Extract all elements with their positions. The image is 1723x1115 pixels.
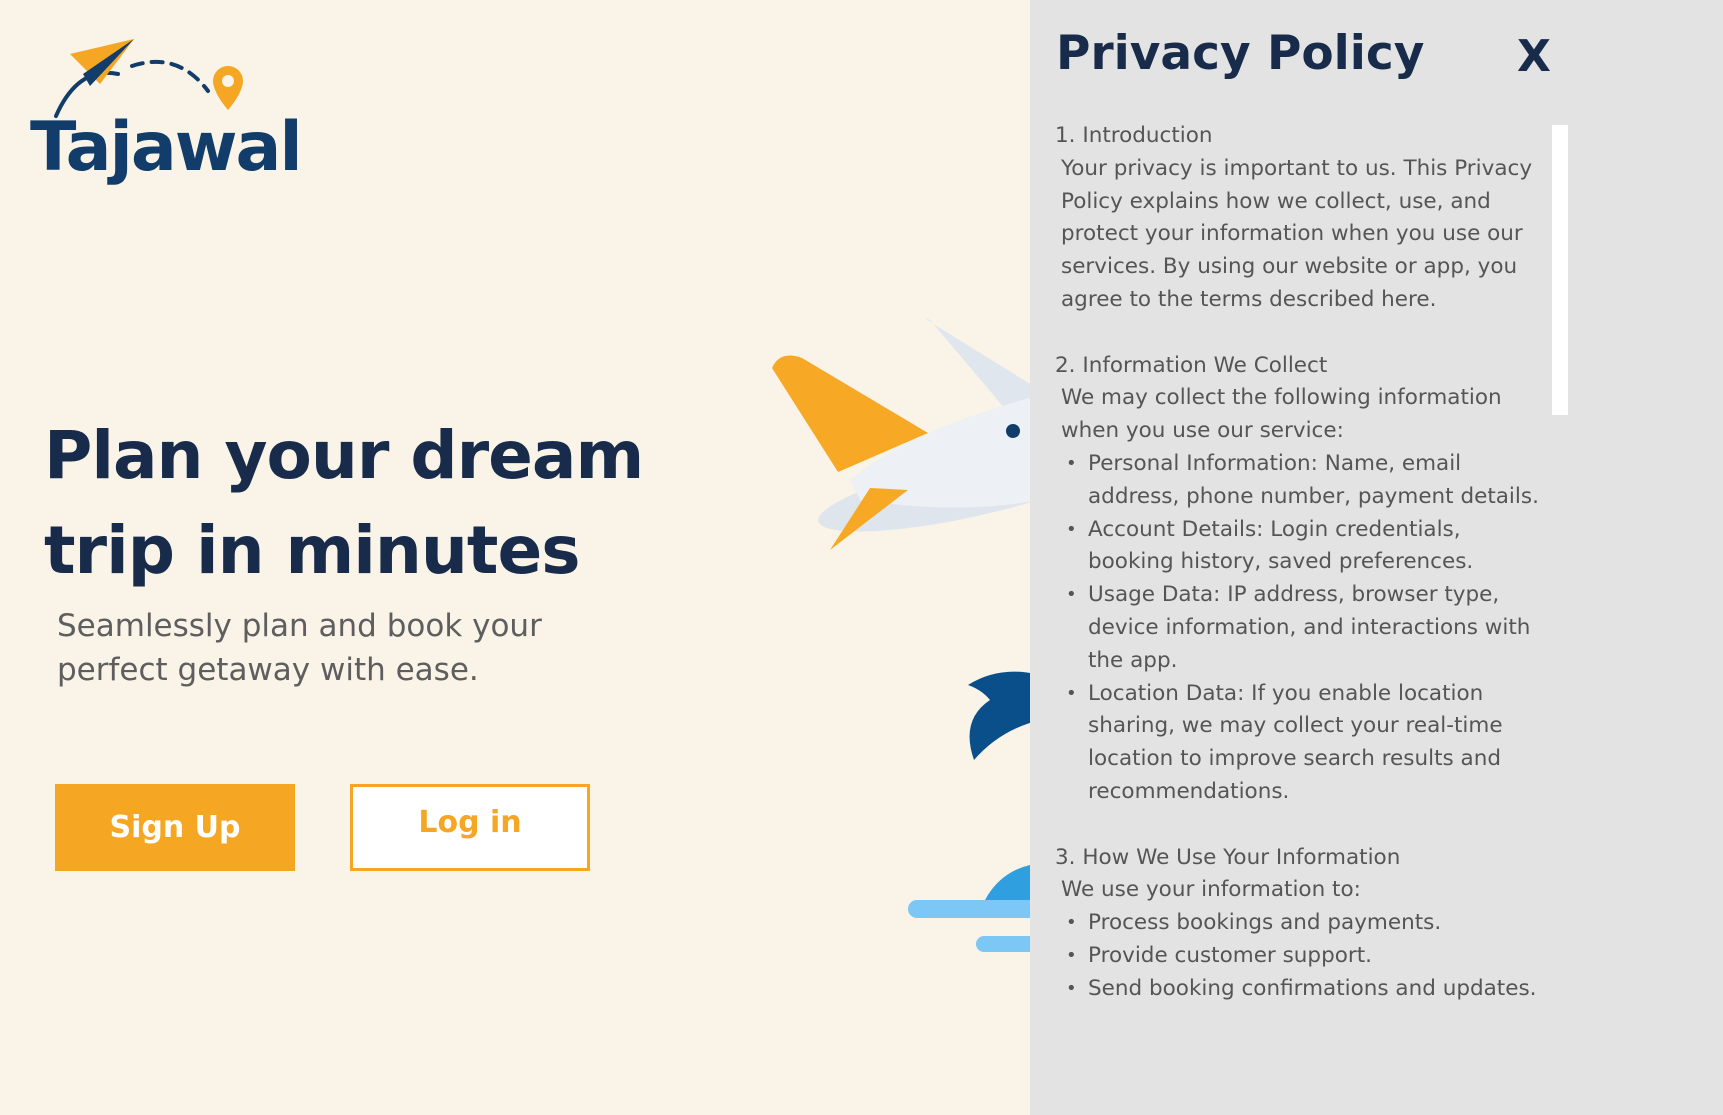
hero-title-line: Plan your dream: [44, 417, 644, 494]
close-button[interactable]: X: [1508, 30, 1560, 82]
scrollbar[interactable]: [1552, 125, 1568, 415]
brand-logo[interactable]: Tajawal: [28, 36, 303, 206]
section-heading: 2. Information We Collect: [1055, 352, 1328, 378]
hero-title-line: trip in minutes: [44, 512, 581, 589]
policy-content[interactable]: 1. Introduction Your privacy is importan…: [1055, 120, 1553, 1006]
section-list: Process bookings and payments. Provide c…: [1055, 907, 1553, 1005]
list-item: Location Data: If you enable location sh…: [1066, 678, 1553, 809]
hero-subtitle-line: perfect getaway with ease.: [57, 652, 479, 688]
hero-title: Plan your dream trip in minutes: [44, 408, 684, 598]
hero-subtitle-line: Seamlessly plan and book your: [57, 608, 542, 644]
hero-subtitle: Seamlessly plan and book your perfect ge…: [57, 604, 577, 692]
section-heading: 1. Introduction: [1055, 123, 1213, 148]
section-body: We may collect the following information…: [1061, 385, 1502, 444]
list-item: Usage Data: IP address, browser type, de…: [1066, 579, 1553, 677]
panel-title: Privacy Policy: [1056, 26, 1425, 81]
airplane-illustration: [772, 318, 1040, 952]
section-list: Personal Information: Name, email addres…: [1055, 448, 1553, 809]
privacy-policy-panel: Privacy Policy X 1. Introduction Your pr…: [1030, 0, 1723, 1115]
list-item: Provide customer support.: [1066, 940, 1553, 973]
section-body: Your privacy is important to us. This Pr…: [1061, 155, 1533, 312]
list-item: Personal Information: Name, email addres…: [1066, 448, 1553, 514]
brand-wordmark: Tajawal: [30, 108, 303, 187]
list-item: Account Details: Login credentials, book…: [1066, 514, 1553, 580]
log-in-button[interactable]: Log in: [350, 784, 590, 871]
section-heading: 3. How We Use Your Information: [1055, 844, 1401, 870]
list-item: Send booking confirmations and updates.: [1066, 973, 1553, 1006]
list-item: Process bookings and payments.: [1066, 907, 1553, 940]
sign-up-button[interactable]: Sign Up: [55, 784, 295, 871]
section-body: We use your information to:: [1061, 877, 1361, 903]
